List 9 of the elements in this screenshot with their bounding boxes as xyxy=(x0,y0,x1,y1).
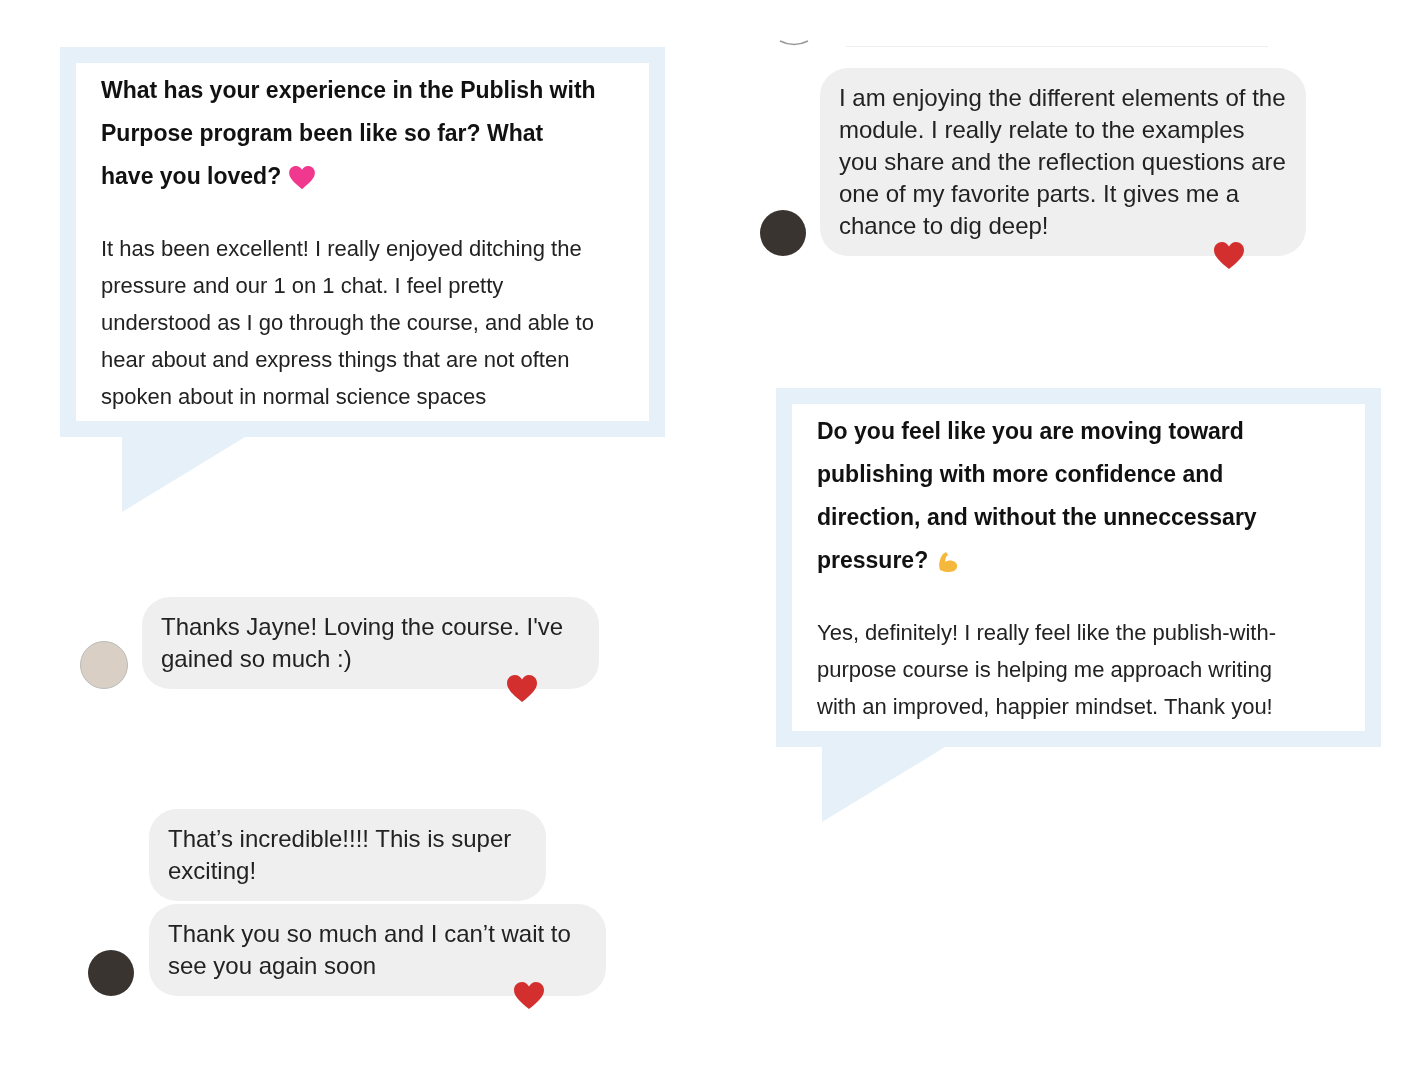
avatar-photo xyxy=(760,210,806,256)
avatar-photo xyxy=(80,641,128,689)
answer-text: Yes, definitely! I really feel like the publish-with-purpose course is helping me approach writing with an improved, happier mindset. Thank you! xyxy=(817,619,1277,721)
answer-text: It has been excellent! I really enjoyed ditching the pressure and our 1 on 1 chat. I feel pretty understood as I go through the course, and able to hear about and express things that are not often spoken about in normal science spaces xyxy=(101,235,595,411)
heart-emoji-icon xyxy=(289,165,316,190)
question-text: Do you feel like you are moving toward publishing with more confidence and direction, and without the unneccessary pressure? xyxy=(817,417,1258,576)
message-bubble: That’s incredible!!!! This is super exciting! xyxy=(149,809,546,901)
avatar-photo xyxy=(88,950,134,996)
question-text: What has your experience in the Publish with Purpose program been like so far? What have you loved? xyxy=(101,76,597,192)
